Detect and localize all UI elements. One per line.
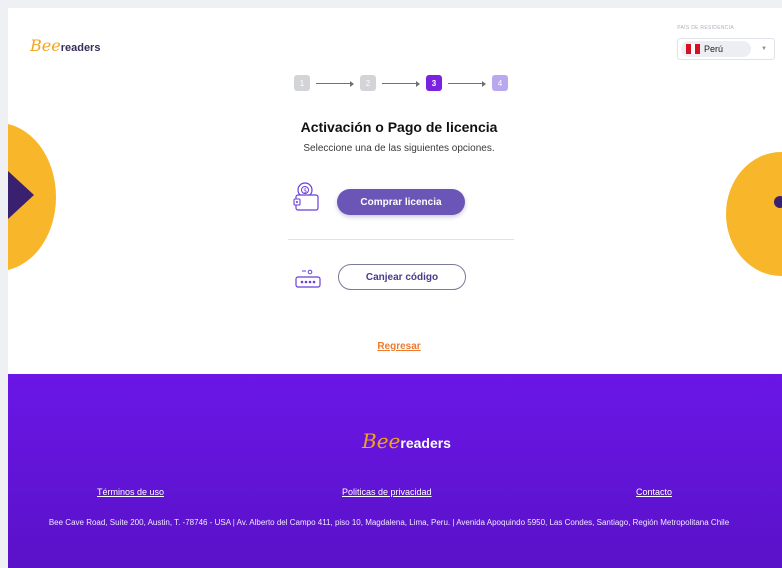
peru-flag-icon [686, 44, 701, 54]
footer-logo-bee: Bee [362, 429, 401, 453]
country-value: Perú [704, 44, 724, 54]
step-1: 1 [294, 75, 310, 91]
country-selected-chip[interactable]: Perú [681, 41, 751, 57]
logo-bee: Bee [30, 36, 61, 55]
page-subtitle: Seleccione una de las siguientes opcione… [303, 143, 495, 154]
footer-address: Bee Cave Road, Suite 200, Austin, T. -78… [48, 518, 730, 527]
page: Bee readers PAÍS DE RESIDENCIA Perú ▼ 1 2… [8, 8, 782, 568]
arrow-right-icon-head [8, 171, 34, 219]
keypad-icon [295, 269, 321, 288]
buy-license-button[interactable]: Comprar licencia [337, 189, 465, 215]
divider [288, 239, 514, 240]
contact-link[interactable]: Contacto [636, 487, 672, 497]
terms-link[interactable]: Términos de uso [97, 487, 164, 497]
step-arrow-icon [316, 75, 354, 91]
stepper: 1 2 3 4 [294, 75, 508, 91]
redeem-code-button[interactable]: Canjear código [338, 264, 466, 290]
footer: Bee readers Términos de uso Politicas de … [8, 374, 782, 568]
country-select[interactable]: Perú ▼ [677, 38, 775, 60]
svg-text:$: $ [303, 187, 307, 194]
page-title: Activación o Pago de licencia [300, 119, 498, 135]
footer-logo[interactable]: Bee readers [362, 429, 451, 453]
country-label: PAÍS DE RESIDENCIA [677, 25, 734, 31]
wallet-icon: $ [293, 182, 319, 211]
step-4: 4 [492, 75, 508, 91]
step-2: 2 [360, 75, 376, 91]
logo-readers: readers [60, 42, 101, 54]
footer-logo-readers: readers [400, 435, 451, 451]
step-arrow-icon [448, 75, 486, 91]
chevron-down-icon[interactable]: ▼ [761, 46, 767, 52]
step-3: 3 [426, 75, 442, 91]
header-logo[interactable]: Bee readers [30, 36, 100, 55]
decorative-dot-icon [774, 196, 782, 208]
decorative-circle-right [726, 152, 782, 276]
privacy-link[interactable]: Politicas de privacidad [342, 487, 432, 497]
step-arrow-icon [382, 75, 420, 91]
back-link[interactable]: Regresar [8, 341, 782, 352]
